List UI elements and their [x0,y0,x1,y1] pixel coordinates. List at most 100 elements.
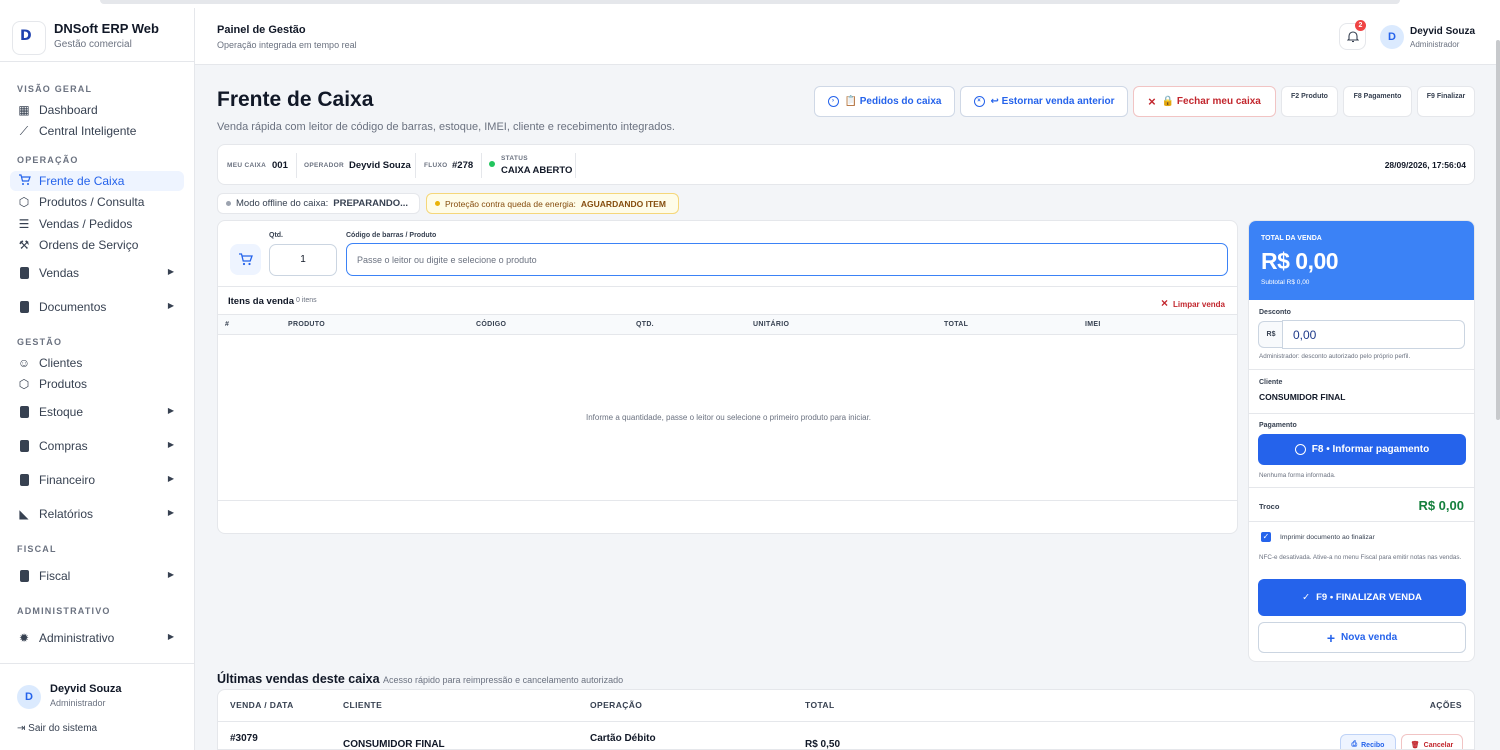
notification-badge: 2 [1355,20,1366,31]
total-box: TOTAL DA VENDA R$ 0,00 Subtotal R$ 0,00 [1249,221,1474,300]
page-scrollbar[interactable] [1496,40,1500,420]
logout-link[interactable]: ⇥ Sair do sistema [17,723,97,734]
circle-arrow-icon [1294,444,1306,455]
divider [1249,369,1474,370]
sidebar-item-central[interactable]: ⟋ Central Inteligente [10,121,184,141]
divider [218,721,1474,722]
printer-icon: ⎙ [1351,741,1358,748]
divider [481,153,482,178]
column-header: OPERAÇÃO [590,700,643,710]
sidebar-item-produtos[interactable]: ⬡ Produtos [10,374,184,394]
sidebar-item-vendas-pedidos[interactable]: ☰ Vendas / Pedidos [10,214,184,234]
chevron-right-icon: ▶ [167,440,174,449]
currency-prefix: R$ [1258,321,1283,348]
f8-pagamento-shortcut[interactable]: F8 Pagamento [1343,86,1412,117]
button-label: ↩ Estornar venda anterior [990,96,1115,107]
f2-produto-shortcut[interactable]: F2 Produto [1281,86,1338,117]
sidebar-item-vendas[interactable]: Vendas ▶ [10,263,184,283]
pedidos-caixa-button[interactable]: › 📋 Pedidos do caixa [814,86,955,117]
total-value: R$ 0,00 [1261,248,1339,274]
estornar-venda-button[interactable]: × ↩ Estornar venda anterior [960,86,1128,117]
report-icon: ◣ [19,507,29,521]
status-dot [435,201,440,206]
status-dot [226,201,231,206]
sidebar-item-estoque[interactable]: Estoque ▶ [10,402,184,422]
bell-icon [1346,31,1359,43]
discount-note: Administrador: desconto autorizado pelo … [1259,353,1411,360]
status-dot [489,161,495,167]
folder-icon [17,405,31,419]
payment-note: Nenhuma forma informada. [1259,472,1336,479]
logout-label: Sair do sistema [28,723,98,734]
user-name: Deyvid Souza [1410,26,1476,37]
sale-client: CONSUMIDOR FINAL [343,739,445,750]
sidebar-item-frente-de-caixa[interactable]: Frente de Caixa [10,171,184,191]
sidebar-item-clientes[interactable]: ☺ Clientes [10,353,184,373]
column-header: CÓDIGO [476,321,507,328]
barcode-input[interactable] [346,243,1228,276]
browser-top-strip [0,0,1500,8]
receipt-button[interactable]: ⎙ Recibo [1340,734,1396,749]
sidebar-item-label: Relatórios [39,507,94,521]
finalize-sale-button[interactable]: ✓ F9 • FINALIZAR VENDA [1258,579,1466,616]
quantity-label: Qtd. [269,232,283,239]
new-sale-button[interactable]: + Nova venda [1258,622,1466,653]
items-count: 0 itens [296,297,317,304]
sidebar-item-compras[interactable]: Compras ▶ [10,436,184,456]
chevron-right-icon: ▶ [167,267,174,276]
sidebar-item-documentos[interactable]: Documentos ▶ [10,297,184,317]
button-label: F8 • Informar pagamento [1311,444,1430,455]
sale-id: #3079 [230,733,258,744]
quantity-input[interactable]: 1 [269,244,337,276]
sale-summary-panel: TOTAL DA VENDA R$ 0,00 Subtotal R$ 0,00 … [1248,220,1475,662]
column-header: AÇÕES [1429,700,1462,710]
section-fiscal: FISCAL [17,544,57,554]
cancel-sale-button[interactable]: 🗑 Cancelar [1401,734,1463,749]
print-checkbox[interactable]: ✓ [1261,532,1271,542]
sidebar-item-administrativo[interactable]: ✹ Administrativo ▶ [10,628,184,648]
section-admin: ADMINISTRATIVO [17,606,111,616]
section-overview: VISÃO GERAL [17,84,93,94]
cart-icon [17,174,31,188]
brand-logo: D [12,21,46,55]
sidebar-item-label: Ordens de Serviço [39,238,139,252]
sale-operation: Cartão Débito [590,733,656,744]
sale-total: R$ 0,50 [805,739,841,750]
total-label: TOTAL DA VENDA [1261,235,1322,242]
button-label: Nova venda [1341,632,1398,643]
client-value[interactable]: CONSUMIDOR FINAL [1259,392,1345,402]
sidebar-item-ordens-servico[interactable]: ⚒ Ordens de Serviço [10,235,184,255]
fechar-caixa-button[interactable]: × 🔒 Fechar meu caixa [1133,86,1276,117]
sidebar-item-fiscal[interactable]: Fiscal ▶ [10,566,184,586]
inform-payment-button[interactable]: F8 • Informar pagamento [1258,434,1466,465]
offline-label: Modo offline do caixa: [236,198,329,209]
sidebar-item-relatorios[interactable]: ◣ Relatórios ▶ [10,504,184,524]
column-header: UNITÁRIO [753,321,790,328]
clear-sale-button[interactable]: × Limpar venda [1161,296,1225,310]
top-header: Painel de Gestão Operação integrada em t… [195,8,1500,65]
box-icon: ⬡ [18,195,30,209]
column-header: QTD. [636,321,654,328]
offline-mode-pill: Modo offline do caixa: PREPARANDO... [217,193,420,214]
f9-finalizar-shortcut[interactable]: F9 Finalizar [1417,86,1475,117]
folder-icon [17,439,31,453]
fluxo-label: FLUXO [424,162,448,169]
sidebar-item-label: Vendas [39,266,80,280]
sidebar-item-produtos-consulta[interactable]: ⬡ Produtos / Consulta [10,192,184,212]
sidebar-item-dashboard[interactable]: ▦ Dashboard [10,100,184,120]
discount-input[interactable]: 0,00 [1282,320,1465,349]
recent-sales-title: Últimas vendas deste caixa [217,672,380,686]
status-label: STATUS [501,155,528,162]
sidebar-item-financeiro[interactable]: Financeiro ▶ [10,470,184,490]
wrench-icon: ⚒ [18,238,30,252]
items-header: Itens da venda 0 itens × Limpar venda [218,286,1237,314]
receipt-icon: ☰ [18,217,30,231]
brand-subtitle: Gestão comercial [54,39,132,50]
payment-label: Pagamento [1259,422,1297,429]
avatar[interactable]: D [1380,25,1404,49]
operador-value: Deyvid Souza [349,160,411,171]
chevron-right-icon: ▶ [167,406,174,415]
chevron-right-icon: ▶ [167,632,174,641]
divider [415,153,416,178]
sidebar-item-label: Central Inteligente [39,124,137,138]
